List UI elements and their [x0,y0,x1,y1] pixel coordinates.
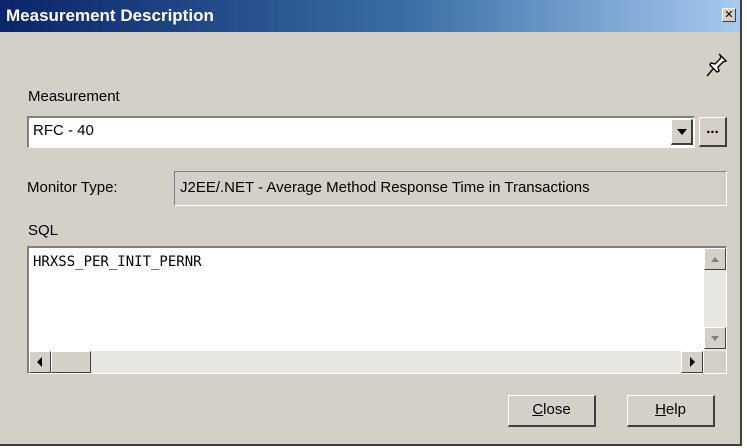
horizontal-scroll-thumb[interactable] [51,351,91,373]
dialog-window: Measurement Description ✕ Measurement RF… [0,0,742,446]
sql-label: SQL [28,222,59,239]
horizontal-scrollbar[interactable] [29,351,703,373]
monitor-type-field: J2EE/.NET - Average Method Response Time… [174,171,727,206]
title-bar[interactable]: Measurement Description ✕ [0,0,740,32]
scroll-up-button[interactable] [704,248,726,270]
scrollbar-corner [704,351,726,373]
measurement-dropdown-button[interactable] [671,119,693,145]
scroll-down-button[interactable] [704,327,726,349]
measurement-combobox[interactable]: RFC - 40 [27,116,695,148]
close-label-rest: lose [543,401,571,418]
help-button[interactable]: Help [627,395,715,427]
scroll-right-button[interactable] [681,351,703,373]
help-label-rest: elp [665,401,686,418]
sql-textarea[interactable]: HRXSS_PER_INIT_PERNR [27,246,727,374]
monitor-type-label: Monitor Type: [27,179,118,196]
measurement-label: Measurement [28,88,120,105]
window-title: Measurement Description [6,6,214,25]
scroll-left-button[interactable] [29,351,51,373]
triangle-left-icon [37,357,42,367]
triangle-up-icon [711,257,719,262]
sql-text: HRXSS_PER_INIT_PERNR [33,254,202,270]
browse-button[interactable]: ... [699,117,727,147]
close-mnemonic: C [532,401,544,418]
help-mnemonic: H [655,401,666,418]
close-button[interactable]: Close [508,395,596,427]
measurement-value: RFC - 40 [33,122,94,139]
pushpin-icon[interactable] [704,50,730,80]
triangle-right-icon [690,357,695,367]
chevron-down-icon [677,129,687,135]
close-icon[interactable]: ✕ [722,8,736,22]
monitor-type-value: J2EE/.NET - Average Method Response Time… [180,179,590,196]
triangle-down-icon [711,336,719,341]
